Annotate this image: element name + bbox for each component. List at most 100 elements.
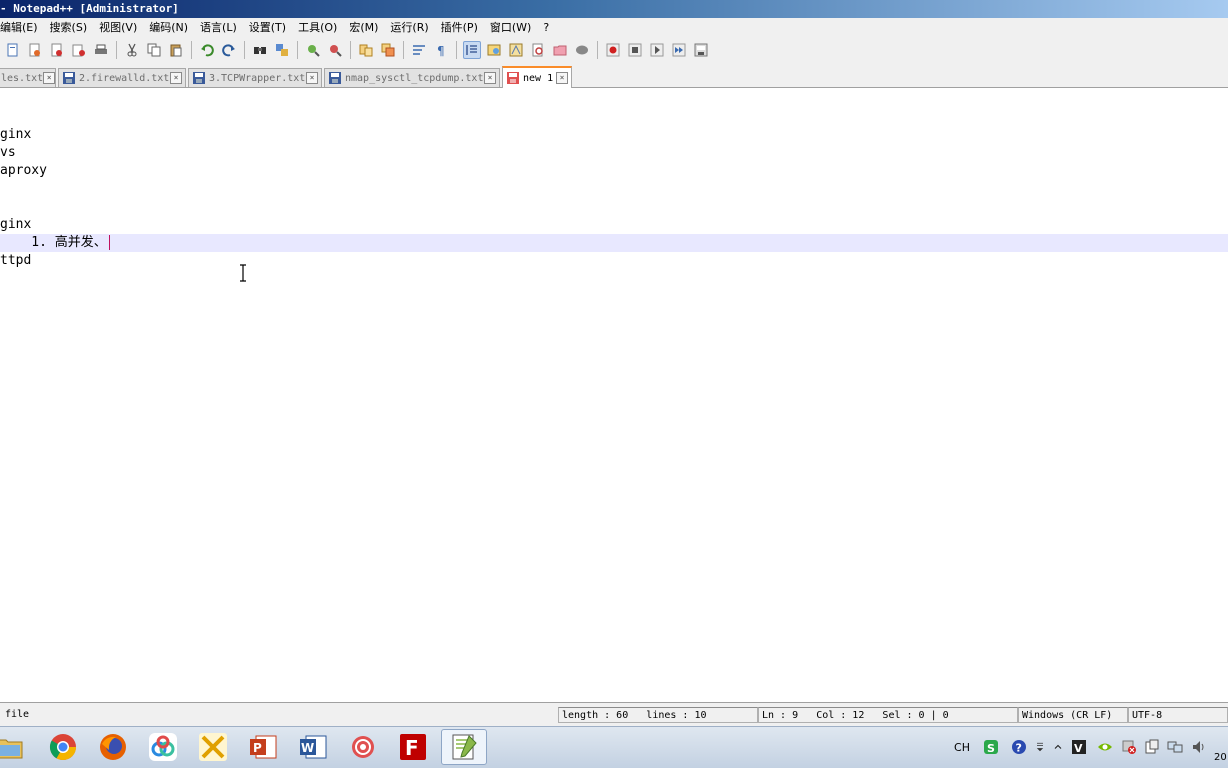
toolbar-separator (456, 41, 457, 59)
snail-app-icon[interactable] (340, 729, 386, 765)
menu-tools[interactable]: 工具(O) (292, 18, 343, 38)
svg-text:?: ? (1016, 742, 1022, 755)
editor-line[interactable]: ginx (0, 216, 1228, 234)
menu-bar: 编辑(E) 搜索(S) 视图(V) 编码(N) 语言(L) 设置(T) 工具(O… (0, 18, 1228, 38)
menu-view[interactable]: 视图(V) (93, 18, 143, 38)
replace-icon[interactable] (273, 41, 291, 59)
line-text: ginx (0, 217, 32, 232)
menu-edit[interactable]: 编辑(E) (0, 18, 44, 38)
sync-horizontal-icon[interactable] (379, 41, 397, 59)
baidu-netdisk-icon[interactable] (140, 729, 186, 765)
menu-run[interactable]: 运行(R) (384, 18, 434, 38)
current-line[interactable]: 1. 高并发、 (0, 234, 1228, 252)
find-icon[interactable] (251, 41, 269, 59)
tab-nmap-sysctl-tcpdump[interactable]: nmap_sysctl_tcpdump.txt × (324, 68, 500, 87)
editor-line[interactable] (0, 98, 1228, 116)
sync-vertical-icon[interactable] (357, 41, 375, 59)
menu-language[interactable]: 语言(L) (194, 18, 243, 38)
powerpoint-icon[interactable]: P (240, 729, 286, 765)
close-icon[interactable]: × (556, 72, 568, 84)
toolbar-separator (350, 41, 351, 59)
ime-indicator[interactable]: CH (952, 737, 972, 757)
zoom-out-icon[interactable] (326, 41, 344, 59)
open-file-icon[interactable] (26, 41, 44, 59)
close-all-icon[interactable] (70, 41, 88, 59)
network-icon[interactable] (1166, 737, 1184, 757)
clock[interactable]: 20 (1214, 747, 1228, 767)
lang-udl-icon[interactable] (485, 41, 503, 59)
doc-map-icon[interactable] (507, 41, 525, 59)
editor-line[interactable]: ttpd (0, 252, 1228, 270)
show-hidden-icons-icon[interactable] (1052, 737, 1064, 757)
editor-line[interactable]: aproxy (0, 162, 1228, 180)
sogou-input-icon[interactable]: S (982, 737, 1000, 757)
status-sel: Sel : 0 | 0 (882, 710, 949, 721)
status-ln: Ln : 9 (762, 710, 799, 721)
new-file-icon[interactable] (4, 41, 22, 59)
notepad-plus-plus-icon[interactable] (441, 729, 487, 765)
editor-line[interactable]: ginx (0, 126, 1228, 144)
editor-line[interactable] (0, 180, 1228, 198)
editor-area[interactable]: ginx vs aproxy ginx 1. 高并发、 ttpd (0, 88, 1228, 702)
save-macro-icon[interactable] (692, 41, 710, 59)
close-icon[interactable]: × (170, 72, 182, 84)
menu-settings[interactable]: 设置(T) (243, 18, 292, 38)
status-encoding[interactable]: UTF-8 (1128, 707, 1228, 723)
volume-icon[interactable] (1190, 737, 1208, 757)
status-bar: file length : 60 lines : 10 Ln : 9 Col :… (0, 702, 1228, 726)
firefox-icon[interactable] (90, 729, 136, 765)
tab-label: 2.firewalld.txt (79, 72, 170, 84)
tab-new-1[interactable]: new 1 × (502, 66, 572, 88)
filezilla-icon[interactable]: F (390, 729, 436, 765)
paste-icon[interactable] (167, 41, 185, 59)
play-macro-icon[interactable] (648, 41, 666, 59)
file-explorer-icon[interactable] (0, 729, 32, 765)
stop-macro-icon[interactable] (626, 41, 644, 59)
tab-firewalld[interactable]: 2.firewalld.txt × (58, 68, 186, 87)
tab-label: nmap_sysctl_tcpdump.txt (345, 72, 484, 84)
run-multiple-macro-icon[interactable] (670, 41, 688, 59)
editor-line[interactable]: vs (0, 144, 1228, 162)
editor-line[interactable] (0, 198, 1228, 216)
help-icon[interactable]: ? (1010, 737, 1028, 757)
close-icon[interactable]: × (43, 72, 55, 84)
unsaved-file-icon (507, 72, 519, 84)
xmanager-icon[interactable] (190, 729, 236, 765)
vmware-tray-icon[interactable]: V (1070, 737, 1088, 757)
action-center-icon[interactable] (1143, 737, 1161, 757)
close-icon[interactable]: × (484, 72, 496, 84)
indent-guide-icon[interactable] (463, 41, 481, 59)
chrome-icon[interactable] (40, 729, 86, 765)
record-macro-icon[interactable] (604, 41, 622, 59)
close-icon[interactable]: × (306, 72, 318, 84)
undo-icon[interactable] (198, 41, 216, 59)
show-all-chars-icon[interactable]: ¶ (432, 41, 450, 59)
menu-help[interactable]: ? (537, 18, 555, 38)
print-icon[interactable] (92, 41, 110, 59)
redo-icon[interactable] (220, 41, 238, 59)
word-icon[interactable]: W (290, 729, 336, 765)
menu-macro[interactable]: 宏(M) (343, 18, 384, 38)
window-title: - Notepad++ [Administrator] (0, 2, 179, 15)
zoom-in-icon[interactable] (304, 41, 322, 59)
folder-workspace-icon[interactable] (551, 41, 569, 59)
function-list-icon[interactable] (529, 41, 547, 59)
tab-tcpwrapper[interactable]: 3.TCPWrapper.txt × (188, 68, 322, 87)
monitoring-icon[interactable] (573, 41, 591, 59)
close-file-icon[interactable] (48, 41, 66, 59)
nvidia-icon[interactable] (1096, 737, 1114, 757)
security-alert-icon[interactable] (1120, 737, 1138, 757)
ime-options-icon[interactable] (1034, 737, 1046, 757)
status-eol[interactable]: Windows (CR LF) (1018, 707, 1128, 723)
copy-icon[interactable] (145, 41, 163, 59)
menu-encoding[interactable]: 编码(N) (143, 18, 194, 38)
cut-icon[interactable] (123, 41, 141, 59)
line-text: 1. 高并发、 (0, 235, 107, 250)
menu-search[interactable]: 搜索(S) (44, 18, 94, 38)
menu-window[interactable]: 窗口(W) (484, 18, 537, 38)
menu-plugins[interactable]: 插件(P) (435, 18, 484, 38)
word-wrap-icon[interactable] (410, 41, 428, 59)
tab-les-txt[interactable]: les.txt × (0, 68, 56, 87)
tab-label: les.txt (1, 72, 44, 84)
toolbar-separator (244, 41, 245, 59)
